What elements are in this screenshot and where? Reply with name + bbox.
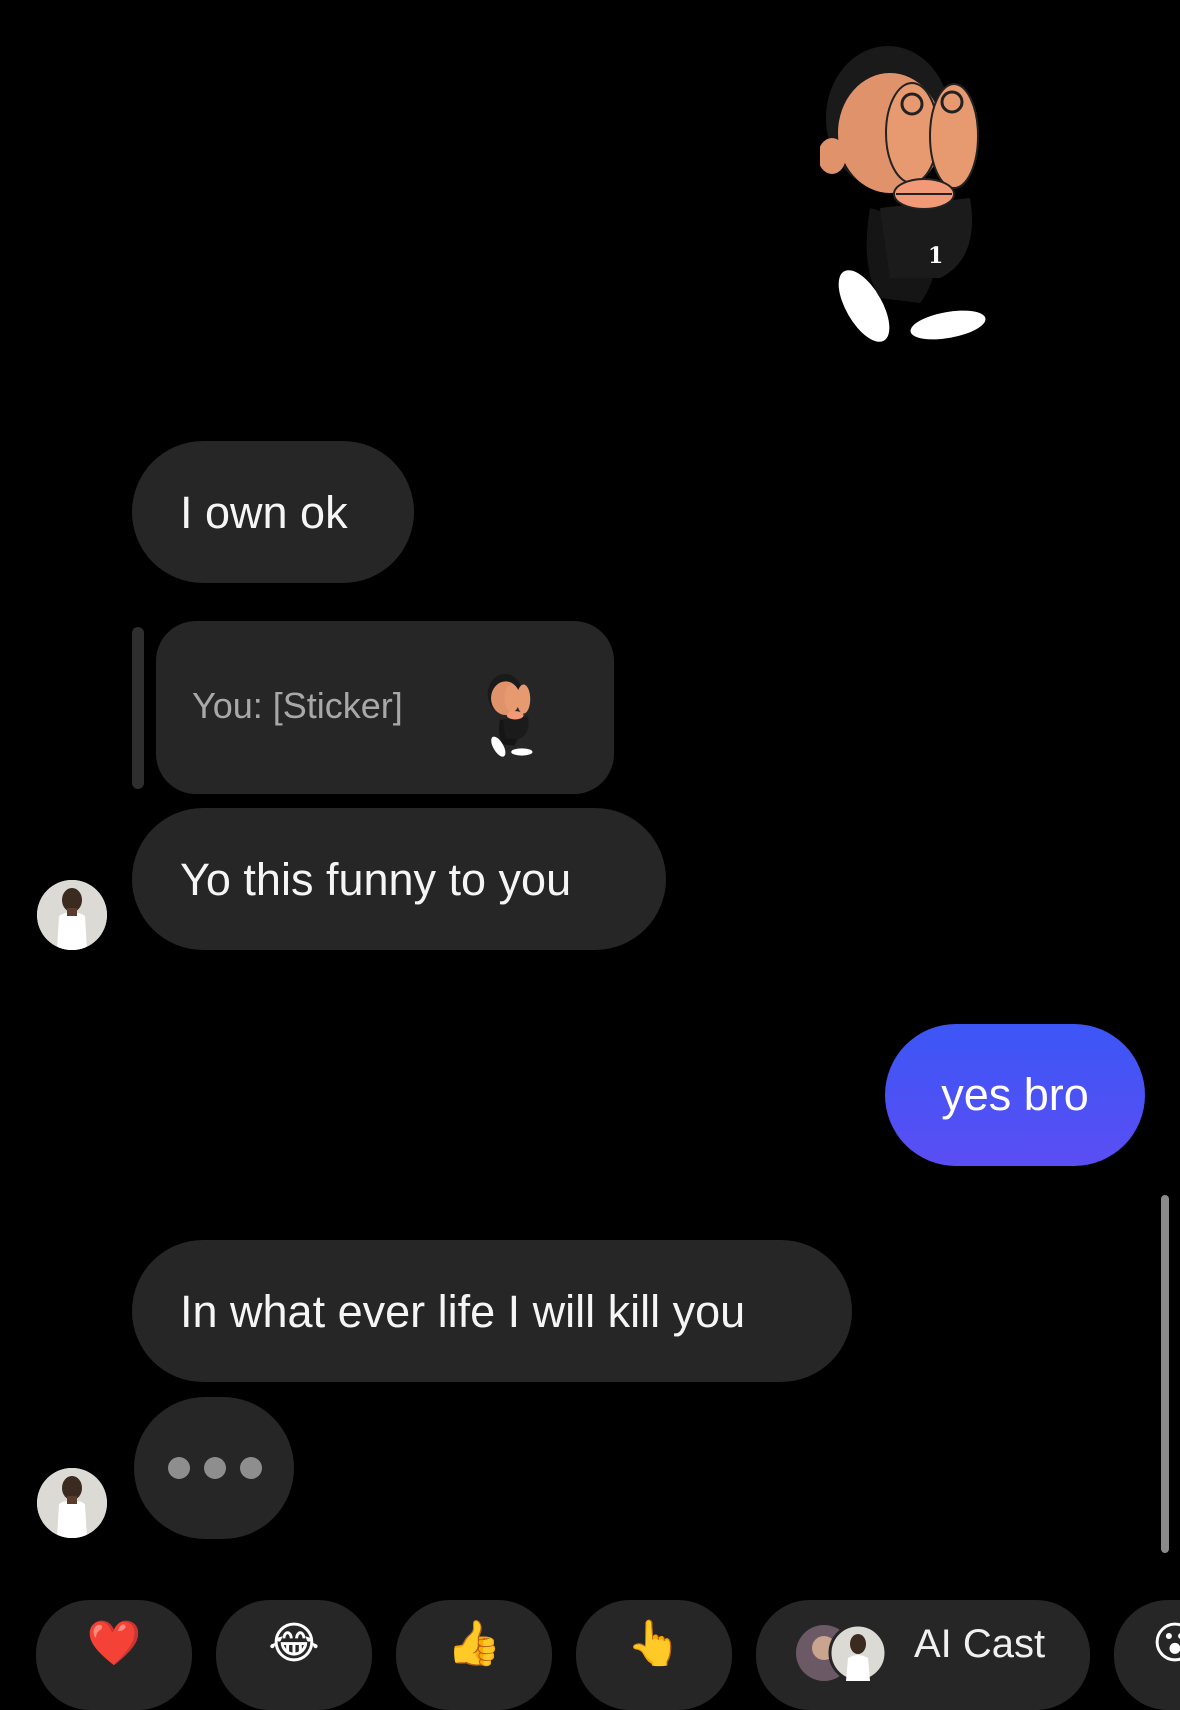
sticker-image[interactable]: 1 bbox=[818, 38, 1020, 348]
incoming-message[interactable]: In what ever life I will kill you bbox=[132, 1240, 852, 1382]
quick-reaction-more[interactable]: 😮 bbox=[1114, 1600, 1180, 1710]
message-text: yes bro bbox=[941, 1069, 1089, 1120]
typing-dot bbox=[168, 1457, 190, 1479]
scrollbar-thumb[interactable] bbox=[1161, 1195, 1169, 1553]
face-icon: 😮 bbox=[1152, 1619, 1180, 1668]
quick-reaction-laughing[interactable]: 😂 bbox=[216, 1600, 372, 1710]
ai-cast-avatars bbox=[794, 1618, 894, 1688]
ai-cast-button[interactable]: AI Cast bbox=[756, 1600, 1090, 1710]
thumbs-up-icon: 👍 bbox=[446, 1619, 502, 1668]
typing-dot bbox=[204, 1457, 226, 1479]
quick-reaction-pointing-up[interactable]: 👆 bbox=[576, 1600, 732, 1710]
message-text: In what ever life I will kill you bbox=[180, 1285, 746, 1337]
reply-sticker-thumbnail bbox=[486, 671, 542, 759]
reply-preview-text: You: [Sticker] bbox=[192, 685, 403, 726]
heart-icon: ❤️ bbox=[86, 1619, 142, 1668]
message-text: Yo this funny to you bbox=[180, 853, 572, 905]
laughing-tears-icon: 😂 bbox=[268, 1619, 320, 1668]
outgoing-message[interactable]: yes bro bbox=[885, 1024, 1145, 1166]
quick-reaction-heart[interactable]: ❤️ bbox=[36, 1600, 192, 1710]
avatar[interactable] bbox=[37, 880, 107, 950]
incoming-message[interactable]: I own ok bbox=[132, 441, 414, 583]
reply-preview[interactable]: You: [Sticker] bbox=[156, 621, 614, 794]
ai-cast-label: AI Cast bbox=[914, 1622, 1046, 1666]
avatar[interactable] bbox=[37, 1468, 107, 1538]
typing-dot bbox=[240, 1457, 262, 1479]
typing-indicator bbox=[134, 1397, 294, 1539]
incoming-message[interactable]: Yo this funny to you bbox=[132, 808, 666, 950]
message-text: I own ok bbox=[180, 486, 348, 538]
reply-indicator-bar bbox=[132, 627, 144, 789]
svg-text:1: 1 bbox=[928, 243, 943, 269]
quick-reaction-thumbs-up[interactable]: 👍 bbox=[396, 1600, 552, 1710]
pointing-up-icon: 👆 bbox=[626, 1619, 682, 1668]
